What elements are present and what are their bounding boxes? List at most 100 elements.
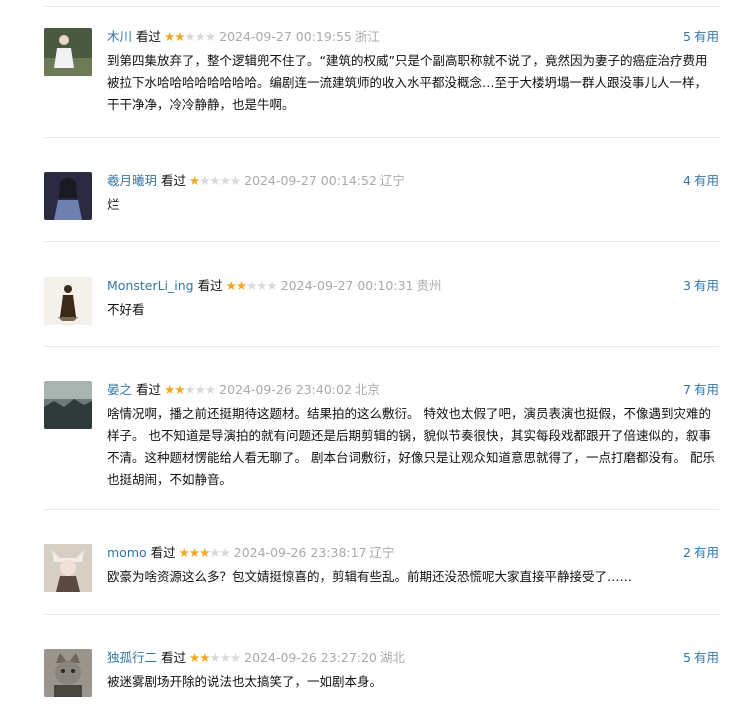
review-location: 辽宁 bbox=[379, 173, 405, 188]
watched-status: 看过 bbox=[161, 173, 187, 188]
review-meta: 晏之 看过 ★★★★★ 2024-09-26 23:40:02 北京 bbox=[107, 381, 719, 399]
useful-votes: 3 有用 bbox=[683, 277, 719, 295]
review-content: 烂 bbox=[107, 197, 120, 212]
useful-button[interactable]: 有用 bbox=[694, 278, 719, 293]
star-icon: ★ bbox=[219, 650, 231, 665]
review-meta: MonsterLi_ing 看过 ★★★★★ 2024-09-27 00:10:31 贵… bbox=[107, 277, 719, 295]
review-item: 羲月曦玥 看过 ★★★★★ 2024-09-27 00:14:52 辽宁 4 有用 烂 bbox=[44, 172, 719, 242]
star-icon: ★ bbox=[178, 545, 190, 560]
star-icon: ★ bbox=[229, 173, 241, 188]
review-location: 湖北 bbox=[379, 650, 405, 665]
username-link[interactable]: 独孤行二 bbox=[107, 650, 157, 665]
rating-stars: ★★★★★ bbox=[164, 381, 216, 399]
star-icon: ★ bbox=[209, 545, 220, 560]
star-icon: ★ bbox=[219, 173, 231, 188]
useful-votes: 5 有用 bbox=[683, 649, 719, 667]
review-time: 2024-09-26 23:40:02 bbox=[219, 382, 352, 397]
review-content: 欧豪为啥资源这么多？包文婧挺惊喜的，剪辑有些乱。前期还没恐慌呢大家直接平静接受了… bbox=[107, 569, 633, 584]
star-icon: ★ bbox=[204, 382, 216, 397]
useful-button[interactable]: 有用 bbox=[694, 545, 719, 560]
star-icon: ★ bbox=[256, 278, 267, 293]
vote-count: 5 bbox=[683, 650, 691, 665]
star-icon: ★ bbox=[199, 650, 210, 665]
username-link[interactable]: 羲月曦玥 bbox=[107, 173, 157, 188]
divider bbox=[44, 6, 719, 7]
watched-status: 看过 bbox=[161, 650, 187, 665]
star-icon: ★ bbox=[225, 278, 237, 293]
review-item: momo 看过 ★★★★★ 2024-09-26 23:38:17 辽宁 2 有用 欧豪为… bbox=[44, 544, 719, 615]
star-icon: ★ bbox=[189, 650, 200, 665]
vote-count: 7 bbox=[683, 382, 691, 397]
useful-votes: 5 有用 bbox=[683, 28, 719, 46]
star-icon: ★ bbox=[188, 545, 200, 560]
review-time: 2024-09-26 23:27:20 bbox=[244, 650, 377, 665]
useful-button[interactable]: 有用 bbox=[694, 650, 719, 665]
rating-stars: ★★★★★ bbox=[189, 649, 241, 667]
review-time: 2024-09-27 00:10:31 bbox=[280, 278, 414, 293]
avatar[interactable] bbox=[44, 381, 92, 429]
review-meta: 木川 看过 ★★★★★ 2024-09-27 00:19:55 浙江 bbox=[107, 28, 719, 46]
watched-status: 看过 bbox=[136, 29, 162, 44]
review-content: 不好看 bbox=[107, 302, 145, 317]
vote-count: 5 bbox=[683, 29, 691, 44]
useful-votes: 7 有用 bbox=[683, 381, 719, 399]
review-time: 2024-09-27 00:14:52 bbox=[244, 173, 377, 188]
star-icon: ★ bbox=[174, 382, 185, 397]
username-link[interactable]: MonsterLi_ing bbox=[107, 278, 194, 293]
star-icon: ★ bbox=[235, 278, 247, 293]
review-list: 木川 看过 ★★★★★ 2024-09-27 00:19:55 浙江 5 有用 到第四集放… bbox=[0, 0, 754, 715]
useful-button[interactable]: 有用 bbox=[694, 173, 719, 188]
vote-count: 3 bbox=[683, 278, 691, 293]
star-icon: ★ bbox=[164, 382, 175, 397]
star-icon: ★ bbox=[246, 278, 257, 293]
vote-count: 2 bbox=[683, 545, 691, 560]
review-content: 啥情况啊，播之前还挺期待这题材。结果拍的这么敷衍。 特效也太假了吧，演员表演也挺… bbox=[107, 406, 715, 487]
review-location: 辽宁 bbox=[369, 545, 395, 560]
avatar[interactable] bbox=[44, 28, 92, 76]
star-icon: ★ bbox=[266, 278, 278, 293]
review-meta: momo 看过 ★★★★★ 2024-09-26 23:38:17 辽宁 bbox=[107, 544, 719, 562]
avatar[interactable] bbox=[44, 544, 92, 592]
review-content: 被迷雾剧场开除的说法也太搞笑了，一如剧本身。 bbox=[107, 674, 383, 689]
review-location: 浙江 bbox=[354, 29, 380, 44]
useful-votes: 2 有用 bbox=[683, 544, 719, 562]
useful-votes: 4 有用 bbox=[683, 172, 719, 190]
star-icon: ★ bbox=[164, 29, 175, 44]
review-meta: 独孤行二 看过 ★★★★★ 2024-09-26 23:27:20 湖北 bbox=[107, 649, 719, 667]
review-item: 独孤行二 看过 ★★★★★ 2024-09-26 23:27:20 湖北 5 有用 被迷雾… bbox=[44, 649, 719, 715]
rating-stars: ★★★★★ bbox=[164, 28, 216, 46]
star-icon: ★ bbox=[229, 650, 241, 665]
useful-button[interactable]: 有用 bbox=[694, 382, 719, 397]
star-icon: ★ bbox=[194, 382, 206, 397]
review-meta: 羲月曦玥 看过 ★★★★★ 2024-09-27 00:14:52 辽宁 bbox=[107, 172, 719, 190]
avatar[interactable] bbox=[44, 649, 92, 697]
rating-stars: ★★★★★ bbox=[225, 277, 278, 295]
rating-stars: ★★★★★ bbox=[178, 544, 231, 562]
star-icon: ★ bbox=[184, 29, 195, 44]
review-location: 贵州 bbox=[416, 278, 442, 293]
vote-count: 4 bbox=[683, 173, 691, 188]
review-time: 2024-09-26 23:38:17 bbox=[233, 545, 367, 560]
star-icon: ★ bbox=[189, 173, 200, 188]
review-content: 到第四集放弃了，整个逻辑兜不住了。“建筑的权威”只是个副高职称就不说了，竟然因为… bbox=[107, 53, 708, 112]
star-icon: ★ bbox=[209, 173, 220, 188]
star-icon: ★ bbox=[219, 545, 231, 560]
watched-status: 看过 bbox=[136, 382, 162, 397]
watched-status: 看过 bbox=[150, 545, 176, 560]
star-icon: ★ bbox=[209, 650, 220, 665]
star-icon: ★ bbox=[174, 29, 185, 44]
star-icon: ★ bbox=[184, 382, 195, 397]
username-link[interactable]: momo bbox=[107, 545, 147, 560]
watched-status: 看过 bbox=[197, 278, 223, 293]
review-item: MonsterLi_ing 看过 ★★★★★ 2024-09-27 00:10:31 贵… bbox=[44, 277, 719, 347]
useful-button[interactable]: 有用 bbox=[694, 29, 719, 44]
username-link[interactable]: 晏之 bbox=[107, 382, 132, 397]
star-icon: ★ bbox=[199, 173, 210, 188]
review-item: 晏之 看过 ★★★★★ 2024-09-26 23:40:02 北京 7 有用 啥情况啊，… bbox=[44, 381, 719, 510]
username-link[interactable]: 木川 bbox=[107, 29, 132, 44]
star-icon: ★ bbox=[194, 29, 206, 44]
avatar[interactable] bbox=[44, 277, 92, 325]
review-item: 木川 看过 ★★★★★ 2024-09-27 00:19:55 浙江 5 有用 到第四集放… bbox=[44, 28, 719, 138]
avatar[interactable] bbox=[44, 172, 92, 220]
star-icon: ★ bbox=[199, 545, 210, 560]
